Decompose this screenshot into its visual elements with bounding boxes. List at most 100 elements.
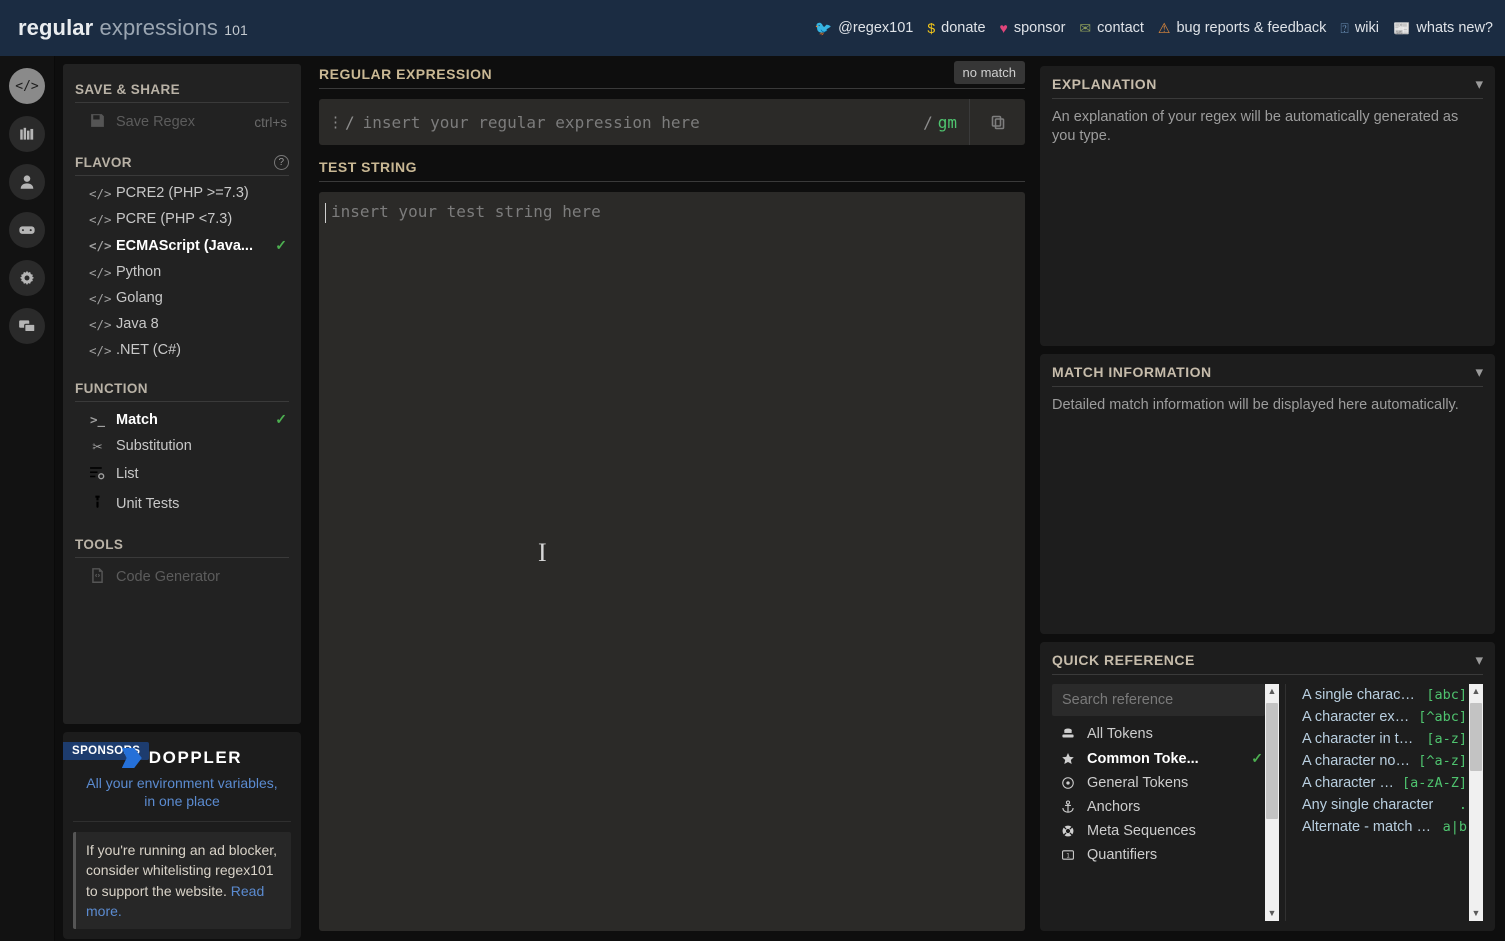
search-reference-input[interactable] [1052,684,1265,716]
scroll-down-icon[interactable]: ▼ [1268,906,1277,921]
tokens-scrollbar[interactable]: ▲ ▼ [1469,684,1483,921]
function-item-substitution[interactable]: ✂ Substitution [75,433,289,459]
flavor-item-pcre-php-7-3[interactable]: </> PCRE (PHP <7.3) [75,206,289,232]
mail-icon: ✉ [1079,20,1092,36]
center-panel: REGULAR EXPRESSION no match ⋮ / / gm TES… [309,56,1035,941]
twitter-icon: 🐦 [814,20,833,36]
scroll-down-icon[interactable]: ▼ [1472,906,1481,921]
function-item-unit-tests[interactable]: Unit Tests [75,489,289,519]
chevron-down-icon[interactable]: ▾ [1475,653,1483,668]
nav-link-label: wiki [1354,20,1379,36]
quick-reference-category-label: All Tokens [1087,726,1153,742]
code-generator-item[interactable]: Code Generator [75,562,289,592]
nav-link-contact[interactable]: ✉ contact [1079,20,1143,36]
token-code: a|b [1442,819,1467,835]
sidebar-icon-settings[interactable] [9,260,45,296]
match-information-body: Detailed match information will be displ… [1052,397,1459,413]
regex-input[interactable] [356,99,924,145]
quick-reference-category-quantifiers[interactable]: 1 Quantifiers [1052,843,1265,867]
copy-icon[interactable] [969,99,1025,145]
function-heading: FUNCTION [75,373,289,402]
test-string-section-header: TEST STRING [319,159,1025,182]
save-icon [89,112,106,132]
nav-link-label: contact [1097,20,1144,36]
code-icon: </> [89,342,112,358]
nav-link-whats-new-[interactable]: 📰 whats new? [1393,20,1493,36]
flavor-item-python[interactable]: </> Python [75,259,289,285]
flavor-item-java-8[interactable]: </> Java 8 [75,311,289,337]
quick-reference-category-label: Quantifiers [1087,847,1158,863]
drag-handle-icon[interactable]: ⋮ [319,99,343,145]
database-icon [1060,727,1076,741]
sidebar-icon-library[interactable] [9,116,45,152]
regex-editor[interactable]: ⋮ / / gm [319,99,1025,145]
category-scrollbar[interactable]: ▲ ▼ [1265,684,1279,921]
nav-link-donate[interactable]: $ donate [927,20,985,36]
regex-flags[interactable]: / gm [923,99,969,145]
explanation-header: EXPLANATION ▾ [1052,76,1483,99]
scroll-up-icon[interactable]: ▲ [1268,684,1277,699]
regex-delimiter-open: / [345,112,355,132]
quick-reference-token-row[interactable]: A character i... [a-zA-Z] [1300,772,1469,794]
quick-reference-token-row[interactable]: A single characte... [abc] [1300,684,1469,706]
quick-reference-category-common-toke[interactable]: Common Toke... ✓ [1052,746,1265,771]
left-menu: SAVE & SHARE Save Regex ctrl+s FLAVOR ? … [63,64,301,724]
quick-reference-token-row[interactable]: Any single character. [1300,794,1469,816]
right-panel: EXPLANATION ▾ An explanation of your reg… [1035,56,1505,941]
nav-link-label: whats new? [1416,20,1493,36]
nav-link--regex101[interactable]: 🐦 @regex101 [815,20,914,36]
flavor-item-ecmascript-java[interactable]: </> ECMAScript (Java... ✓ [75,232,289,259]
sponsor-tagline[interactable]: All your environment variables, in one p… [73,772,291,821]
token-description: A character in th... [1302,731,1419,747]
app-logo[interactable]: regular expressions 101 [18,15,248,41]
match-information-card: MATCH INFORMATION ▾ Detailed match infor… [1040,354,1495,634]
flavor-item-golang[interactable]: </> Golang [75,285,289,311]
scroll-thumb[interactable] [1266,703,1278,819]
sidebar-icon-code[interactable]: </> [9,68,45,104]
save-regex-item[interactable]: Save Regex ctrl+s [75,107,289,137]
sidebar-icon-account[interactable] [9,164,45,200]
sidebar-icon-sponsor-game[interactable] [9,212,45,248]
function-item-list[interactable]: List [75,459,289,489]
quick-reference-category-meta-sequences[interactable]: Meta Sequences [1052,819,1265,843]
quick-reference-category-all-tokens[interactable]: All Tokens [1052,722,1265,746]
mouse-cursor-ibeam: I [538,538,547,567]
chevron-down-icon[interactable]: ▾ [1475,77,1483,92]
nav-link-bug-reports-feedback[interactable]: ⚠ bug reports & feedback [1158,20,1327,36]
question-mark-icon[interactable]: ? [274,155,289,170]
app-header: regular expressions 101 🐦 @regex101 $ donat… [0,0,1505,56]
quick-reference-token-row[interactable]: A character in th... [a-z] [1300,728,1469,750]
scroll-thumb[interactable] [1470,703,1482,772]
flavor-item-label: Java 8 [116,316,159,332]
nav-link-sponsor[interactable]: ♥ sponsor [1000,20,1066,36]
function-item-match[interactable]: >_ Match ✓ [75,406,289,433]
quick-reference-token-row[interactable]: A character exc... [^abc] [1300,706,1469,728]
quick-reference-category-anchors[interactable]: Anchors [1052,795,1265,819]
test-string-editor[interactable]: insert your test string here I [319,192,1025,931]
code-icon: </> [89,316,112,332]
dot-circle-icon [1060,776,1076,790]
token-code: [^a-z] [1418,753,1467,769]
terminal-icon: >_ [89,412,106,427]
scroll-track[interactable] [1469,699,1483,906]
sidebar-icon-community[interactable] [9,308,45,344]
regex-flags-value[interactable]: gm [938,113,957,132]
regex-delimiter-close: / [923,112,933,132]
save-share-heading: SAVE & SHARE [75,74,289,103]
explanation-card: EXPLANATION ▾ An explanation of your reg… [1040,66,1495,346]
chevron-down-icon[interactable]: ▾ [1475,365,1483,380]
quick-reference-token-row[interactable]: A character not... [^a-z] [1300,750,1469,772]
testtube-icon [89,494,106,514]
flavor-item-label: .NET (C#) [116,342,181,358]
quick-reference-category-general-tokens[interactable]: General Tokens [1052,771,1265,795]
scroll-track[interactable] [1265,699,1279,906]
flavor-item-pcre2-php-7-3[interactable]: </> PCRE2 (PHP >=7.3) [75,180,289,206]
quick-reference-token-row[interactable]: Alternate - match e... a|b [1300,816,1469,838]
sponsor-box: SPONSORS DOPPLER All your environment va… [63,732,301,940]
flavor-item--net-c[interactable]: </> .NET (C#) [75,337,289,363]
quick-reference-category-label: Meta Sequences [1087,823,1196,839]
function-item-label: Match [116,411,158,428]
nav-link-wiki[interactable]: ⍰ wiki [1340,20,1379,36]
scroll-up-icon[interactable]: ▲ [1472,684,1481,699]
save-regex-shortcut: ctrl+s [254,114,287,130]
